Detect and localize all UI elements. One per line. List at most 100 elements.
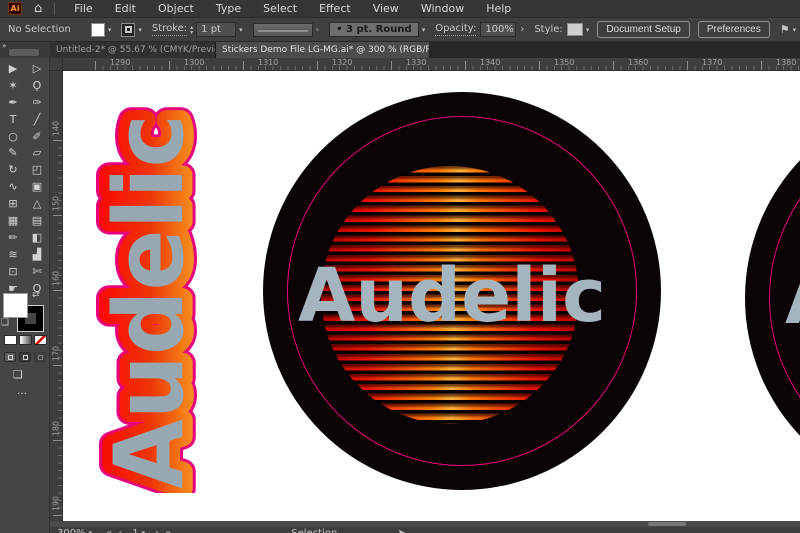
menu-item[interactable]: View [362,2,410,15]
scale-tool[interactable]: ◰ [26,162,48,177]
chevron-down-icon[interactable]: ▾ [108,26,112,34]
curvature-tool[interactable]: ✑ [26,95,48,110]
draw-behind-button[interactable] [19,352,31,362]
menu-item[interactable]: Edit [104,2,147,15]
draw-normal-button[interactable] [4,352,16,362]
fill-color-swatch[interactable] [91,23,105,37]
chevron-down-icon[interactable]: ▾ [239,26,243,34]
menu-item[interactable]: Select [252,2,308,15]
ruler-tick-label: 1310 [258,58,278,67]
previous-artboard-icon[interactable]: ‹ [118,527,122,533]
workspace-switcher-icon[interactable]: ⚑ [780,23,790,36]
sticker-circle[interactable]: Audelic [263,92,661,490]
opacity-field[interactable]: 100% [480,22,516,37]
gradient-button[interactable] [19,335,32,345]
menu-item[interactable]: Window [410,2,475,15]
menu-item[interactable]: Help [475,2,522,15]
gradient-tool[interactable]: ▤ [26,213,48,228]
sticker-letters: Audelic [298,253,606,339]
ruler-tick-label: 1350 [554,58,574,67]
chevron-down-icon[interactable]: ▾ [422,26,426,34]
collapse-panel-icon[interactable]: » [2,42,6,50]
sticker-circle-partial[interactable]: Audelic [745,98,800,498]
menu-item[interactable]: Effect [308,2,362,15]
stroke-weight-stepper[interactable]: ▴▾ [190,25,193,35]
menu-item[interactable]: File [63,2,103,15]
stroke-color-swatch[interactable] [121,23,135,37]
rotate-tool[interactable]: ↻ [2,162,24,177]
artboard-number-field[interactable]: 1 [132,527,138,533]
chevron-down-icon[interactable]: ▾ [89,527,93,533]
mesh-tool[interactable]: ▦ [2,213,24,228]
brush-definition-dropdown[interactable]: • 3 pt. Round [329,22,419,37]
vertical-ruler[interactable]: 140150160170180190 [50,71,63,533]
cursor-icon: ➤ [397,527,405,533]
opacity-flyout-icon[interactable]: › [520,24,524,35]
lasso-tool[interactable]: Ϙ [26,78,48,93]
document-tab-inactive[interactable]: Untitled-2* @ 55.67 % (CMYK/Preview) × [50,42,216,58]
perspective-grid-tool[interactable]: △ [26,196,48,211]
chevron-down-icon[interactable]: ▾ [586,26,590,34]
next-artboard-icon[interactable]: › [155,527,159,533]
default-fill-stroke-icon[interactable]: ❏ [1,318,9,328]
preferences-button[interactable]: Preferences [698,21,770,38]
tab-title: Stickers Demo File LG-MG.ai* @ 300 % (RG… [222,45,430,55]
slice-tool[interactable]: ✄ [26,264,48,279]
tools-panel: ▶▷✶Ϙ✒✑T╱○✐✎▱↻◰∿▣⊞△▦▤✏◧≋▟⊡✄☛Q ⇄ ❏ ❏ … [0,58,50,533]
eraser-tool[interactable]: ▱ [26,145,48,160]
stroke-label[interactable]: Stroke: [152,23,187,36]
tools-panel-header[interactable]: » [0,42,50,58]
chevron-down-icon[interactable]: ▾ [793,26,797,34]
blend-tool[interactable]: ◧ [26,230,48,245]
opacity-label[interactable]: Opacity: [435,23,476,36]
panel-grip[interactable] [9,49,39,56]
width-tool[interactable]: ∿ [2,179,24,194]
ruler-tick-label: 170 [52,345,61,363]
magic-wand-tool[interactable]: ✶ [2,78,24,93]
fill-swatch[interactable] [3,293,28,318]
none-button[interactable] [34,335,47,345]
vertical-logo-artwork[interactable]: Audelic Audelic Audelic [90,93,205,493]
column-graph-tool[interactable]: ▟ [26,247,48,262]
artboard-canvas[interactable]: Audelic Audelic Audelic Audelic Audelic [63,71,800,521]
direct-selection-tool[interactable]: ▷ [26,61,48,76]
selection-tool[interactable]: ▶ [2,61,24,76]
horizontal-ruler[interactable]: 1290130013101320133013401350136013701380 [63,58,800,71]
shape-builder-tool[interactable]: ⊞ [2,196,24,211]
document-tab-active[interactable]: Stickers Demo File LG-MG.ai* @ 300 % (RG… [216,42,430,58]
menu-item[interactable]: Object [147,2,205,15]
swap-fill-stroke-icon[interactable]: ⇄ [32,290,40,300]
ellipse-tool[interactable]: ○ [2,129,24,144]
draw-inside-button[interactable] [34,352,46,362]
paintbrush-tool[interactable]: ✐ [26,129,48,144]
illustrator-logo-icon[interactable]: Ai [8,2,22,15]
pen-tool[interactable]: ✒ [2,95,24,110]
home-icon[interactable]: ⌂ [34,1,42,16]
symbol-sprayer-tool[interactable]: ≋ [2,247,24,262]
ruler-tick-label: 160 [52,270,61,288]
style-label: Style: [534,24,563,35]
menu-item[interactable]: Type [205,2,252,15]
line-segment-tool[interactable]: ╱ [26,112,48,127]
screen-mode-icon[interactable]: ❏ [13,368,23,381]
document-setup-button[interactable]: Document Setup [597,21,690,38]
graphic-style-swatch[interactable] [567,23,583,36]
scrollbar-thumb[interactable] [648,522,686,526]
artboard-tool[interactable]: ⊡ [2,264,24,279]
width-profile-dropdown[interactable] [253,23,313,37]
free-transform-tool[interactable]: ▣ [26,179,48,194]
chevron-down-icon[interactable]: ▾ [138,26,142,34]
last-artboard-icon[interactable]: » [165,527,171,533]
color-button[interactable] [4,335,17,345]
edit-toolbar-icon[interactable]: … [17,386,28,397]
first-artboard-icon[interactable]: « [106,527,112,533]
eyedropper-tool[interactable]: ✏ [2,230,24,245]
pencil-tool[interactable]: ✎ [2,145,24,160]
zoom-level-field[interactable]: 300% [57,527,86,533]
ruler-tick-label: 1320 [332,58,352,67]
status-display[interactable]: Selection [291,527,337,533]
sticker-wordmark: Audelic [283,253,628,343]
chevron-down-icon[interactable]: ▾ [142,527,146,533]
stroke-weight-field[interactable]: 1 pt [196,22,236,37]
type-tool[interactable]: T [2,112,24,127]
